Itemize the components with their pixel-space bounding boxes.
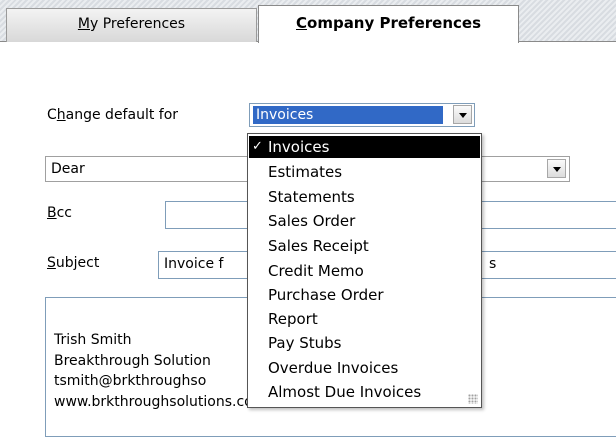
change-default-dropdown-button[interactable] (453, 105, 472, 124)
dropdown-item-credit-memo[interactable]: Credit Memo (249, 260, 480, 282)
subject-value-right: s (489, 256, 497, 272)
dropdown-item-estimates[interactable]: Estimates (249, 161, 480, 183)
preferences-tab-bar: My Preferences Company Preferences (0, 0, 616, 43)
change-default-label-post: ange default for (65, 107, 179, 123)
dropdown-item-label: Credit Memo (268, 262, 364, 280)
chevron-down-icon (553, 167, 561, 172)
dropdown-item-sales-order[interactable]: Sales Order (249, 210, 480, 232)
dropdown-item-label: Almost Due Invoices (268, 383, 422, 401)
dropdown-item-label: Sales Receipt (268, 237, 369, 255)
subject-value-left: Invoice f (164, 256, 224, 272)
dropdown-item-label: Overdue Invoices (268, 359, 399, 377)
change-default-label: Change default for (47, 107, 178, 123)
chevron-down-icon (459, 113, 467, 118)
dropdown-item-overdue-invoices[interactable]: Overdue Invoices (249, 357, 480, 379)
tab-company-preferences[interactable]: Company Preferences (258, 5, 519, 43)
change-default-label-pre: C (47, 107, 57, 123)
bcc-label-rest: cc (56, 205, 73, 221)
signature-line-company: Breakthrough Solution (54, 353, 211, 369)
dropdown-item-invoices[interactable]: ✓ Invoices (249, 136, 480, 158)
dropdown-item-label: Estimates (268, 163, 343, 181)
bcc-label-accel: B (47, 205, 57, 221)
tab-my-preferences[interactable]: My Preferences (6, 8, 257, 42)
salutation-value: Dear (51, 161, 85, 177)
dropdown-item-sales-receipt[interactable]: Sales Receipt (249, 235, 480, 257)
dropdown-item-pay-stubs[interactable]: Pay Stubs (249, 332, 480, 354)
dropdown-item-label: Sales Order (268, 212, 356, 230)
change-default-selected-value: Invoices (253, 106, 443, 124)
change-default-dropdown-list: ✓ Invoices Estimates Statements Sales Or… (247, 133, 482, 408)
resize-grip-icon[interactable] (468, 394, 478, 404)
dropdown-item-statements[interactable]: Statements (249, 186, 480, 208)
signature-line-email: tsmith@brkthroughso (54, 373, 207, 389)
tab-my-preferences-label: y Preferences (90, 16, 186, 32)
signature-line-name: Trish Smith (54, 332, 132, 348)
change-default-select[interactable]: Invoices (249, 103, 475, 127)
checkmark-icon: ✓ (252, 139, 263, 154)
dropdown-item-label: Pay Stubs (268, 334, 342, 352)
subject-label-accel: S (47, 255, 56, 271)
signature-line-website: www.brkthroughsolutions.com (54, 394, 267, 410)
dropdown-item-label: Purchase Order (268, 286, 384, 304)
dropdown-item-purchase-order[interactable]: Purchase Order (249, 284, 480, 306)
salutation-dropdown-button[interactable] (547, 159, 566, 178)
tab-company-preferences-label: ompany Preferences (307, 14, 481, 32)
change-default-label-accel: h (56, 107, 66, 123)
bcc-label: Bcc (47, 205, 72, 221)
dropdown-item-almost-due-invoices[interactable]: Almost Due Invoices (249, 381, 480, 403)
dropdown-item-label: Invoices (268, 138, 330, 156)
tab-company-preferences-accel: C (296, 14, 308, 32)
tab-my-preferences-accel: M (77, 16, 90, 32)
subject-label: Subject (47, 255, 99, 271)
dropdown-item-label: Statements (268, 188, 355, 206)
dropdown-item-label: Report (268, 310, 318, 328)
subject-label-rest: ubject (55, 255, 100, 271)
dropdown-item-report[interactable]: Report (249, 308, 480, 330)
